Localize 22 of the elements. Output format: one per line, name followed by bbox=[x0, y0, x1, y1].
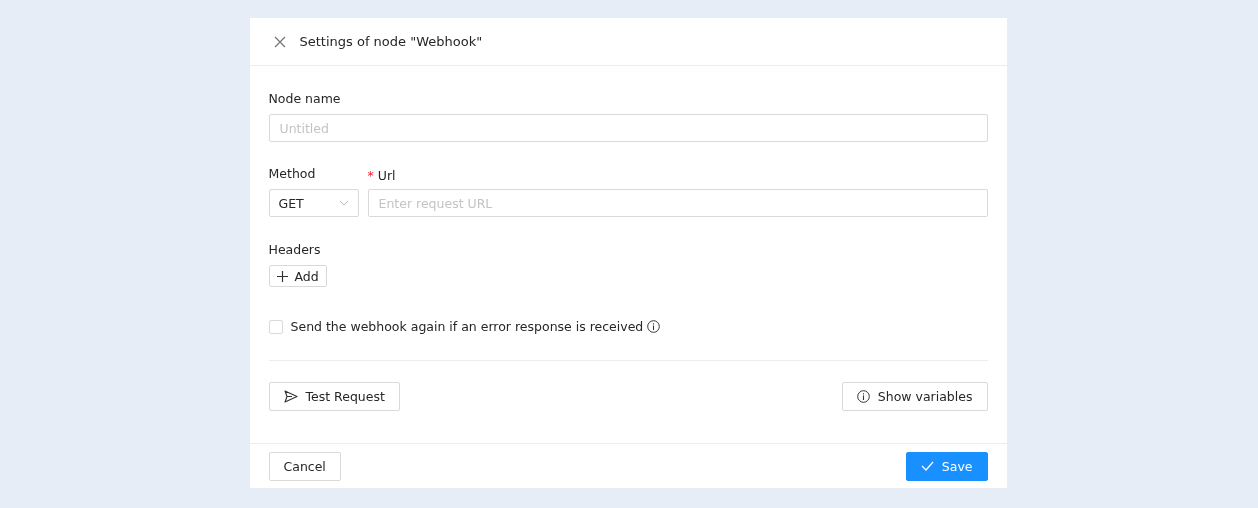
check-icon bbox=[920, 461, 934, 471]
checkbox[interactable] bbox=[268, 319, 283, 334]
url-field[interactable]: Enter request URL bbox=[367, 189, 988, 217]
required-mark: * bbox=[367, 168, 374, 183]
field-label: Url bbox=[377, 168, 396, 183]
dialog-title: Settings of node "Webhook" bbox=[299, 34, 483, 49]
method-select[interactable]: GET bbox=[268, 189, 359, 217]
cancel-button[interactable]: Cancel bbox=[268, 451, 341, 481]
send-icon bbox=[283, 390, 298, 403]
info-icon bbox=[647, 320, 661, 333]
plus-icon bbox=[276, 270, 288, 282]
field-label: Method bbox=[268, 166, 317, 181]
checkbox-label: Send the webhook again if an error response is received bbox=[290, 319, 644, 334]
show-variables-button[interactable]: Show variables bbox=[841, 382, 988, 411]
add-button[interactable]: Add bbox=[268, 265, 327, 287]
close-icon[interactable] bbox=[273, 35, 286, 48]
info-icon bbox=[856, 390, 870, 403]
field-label: Node name bbox=[268, 91, 342, 106]
caret-icon bbox=[338, 200, 349, 206]
field-label: Headers bbox=[268, 242, 322, 257]
test-request-button[interactable]: Test Request bbox=[268, 382, 400, 411]
node-name-field[interactable]: Untitled bbox=[268, 114, 988, 142]
